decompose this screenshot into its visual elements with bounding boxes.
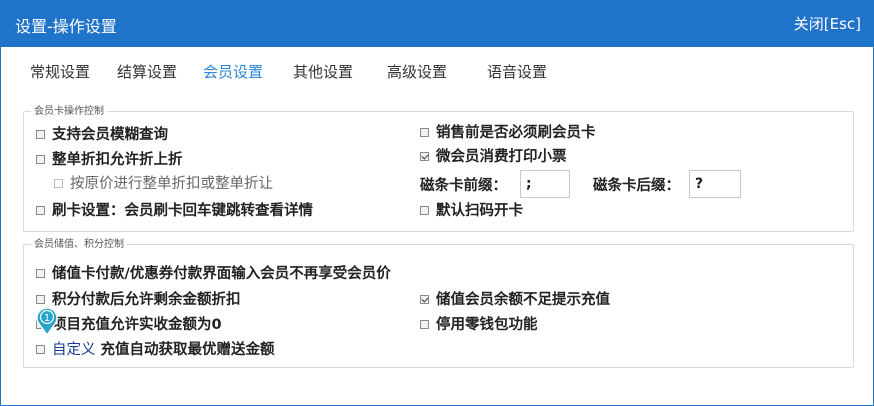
window-title: 设置-操作设置 bbox=[15, 17, 117, 36]
option-points-remaining-discount[interactable]: 积分付款后允许剩余金额折扣 bbox=[36, 291, 241, 309]
option-auto-best-bonus[interactable]: 自定义 充值自动获取最优赠送金额 bbox=[36, 341, 275, 359]
checkbox-low-balance-prompt[interactable] bbox=[420, 295, 429, 304]
member-card-control-group: 会员卡操作控制 支持会员模糊查询 整单折扣允许折上折 按原价进行整单折扣或整单折… bbox=[23, 106, 854, 232]
option-low-balance-prompt[interactable]: 储值会员余额不足提示充值 bbox=[420, 291, 610, 309]
checkbox-auto-best-bonus[interactable] bbox=[36, 345, 45, 354]
option-stored-card-no-member-price[interactable]: 储值卡付款/优惠券付款界面输入会员不再享受会员价 bbox=[36, 265, 391, 283]
option-original-price-discount[interactable]: 按原价进行整单折扣或整单折让 bbox=[54, 175, 273, 193]
tab-other[interactable]: 其他设置 bbox=[293, 61, 353, 82]
checkbox-must-swipe[interactable] bbox=[420, 128, 429, 137]
checkbox-points-remaining-discount[interactable] bbox=[36, 295, 45, 304]
close-button[interactable]: 关闭[Esc] bbox=[794, 13, 861, 34]
group-title-stored-value: 会员储值、积分控制 bbox=[31, 239, 127, 251]
map-pin-icon: 1 bbox=[36, 307, 58, 337]
member-stored-value-group: 会员储值、积分控制 储值卡付款/优惠券付款界面输入会员不再享受会员价 积分付款后… bbox=[23, 239, 854, 368]
checkbox-discount-on-discount[interactable] bbox=[36, 155, 45, 164]
prefix-label: 磁条卡前缀： bbox=[420, 178, 507, 194]
checkbox-stored-card-no-member-price[interactable] bbox=[36, 269, 45, 278]
option-scan-open-card[interactable]: 默认扫码开卡 bbox=[420, 202, 523, 220]
checkbox-swipe-setting[interactable] bbox=[36, 206, 45, 215]
tab-voice[interactable]: 语音设置 bbox=[487, 61, 547, 82]
suffix-input[interactable]: ? bbox=[689, 170, 741, 198]
annotation-marker: 1 bbox=[35, 306, 59, 337]
annotation-number: 1 bbox=[44, 313, 50, 324]
tab-bar: 常规设置 结算设置 会员设置 其他设置 高级设置 语音设置 bbox=[1, 47, 874, 95]
tab-checkout[interactable]: 结算设置 bbox=[117, 61, 177, 82]
checkbox-scan-open-card[interactable] bbox=[420, 206, 429, 215]
tab-advanced[interactable]: 高级设置 bbox=[387, 61, 447, 82]
title-bar: 设置-操作设置 关闭[Esc] bbox=[1, 1, 874, 47]
checkbox-original-price-discount[interactable] bbox=[54, 179, 63, 188]
option-disable-wallet[interactable]: 停用零钱包功能 bbox=[420, 316, 538, 334]
checkbox-wechat-print[interactable] bbox=[420, 152, 429, 161]
option-wechat-print[interactable]: 微会员消费打印小票 bbox=[420, 148, 567, 166]
option-swipe-setting[interactable]: 刷卡设置：会员刷卡回车键跳转查看详情 bbox=[36, 202, 313, 220]
checkbox-fuzzy-search[interactable] bbox=[36, 130, 45, 139]
prefix-input[interactable]: ; bbox=[520, 170, 570, 198]
tab-member[interactable]: 会员设置 bbox=[203, 61, 263, 82]
option-must-swipe[interactable]: 销售前是否必须刷会员卡 bbox=[420, 124, 596, 142]
suffix-label: 磁条卡后缀： bbox=[593, 178, 680, 194]
tab-general[interactable]: 常规设置 bbox=[30, 61, 90, 82]
custom-label: 自定义 bbox=[52, 342, 96, 358]
checkbox-disable-wallet[interactable] bbox=[420, 320, 429, 329]
group-title-card: 会员卡操作控制 bbox=[31, 106, 107, 118]
option-fuzzy-search[interactable]: 支持会员模糊查询 bbox=[36, 126, 168, 144]
option-discount-on-discount[interactable]: 整单折扣允许折上折 bbox=[36, 151, 183, 169]
option-project-recharge-zero[interactable]: 项目充值允许实收金额为0 bbox=[36, 316, 222, 334]
